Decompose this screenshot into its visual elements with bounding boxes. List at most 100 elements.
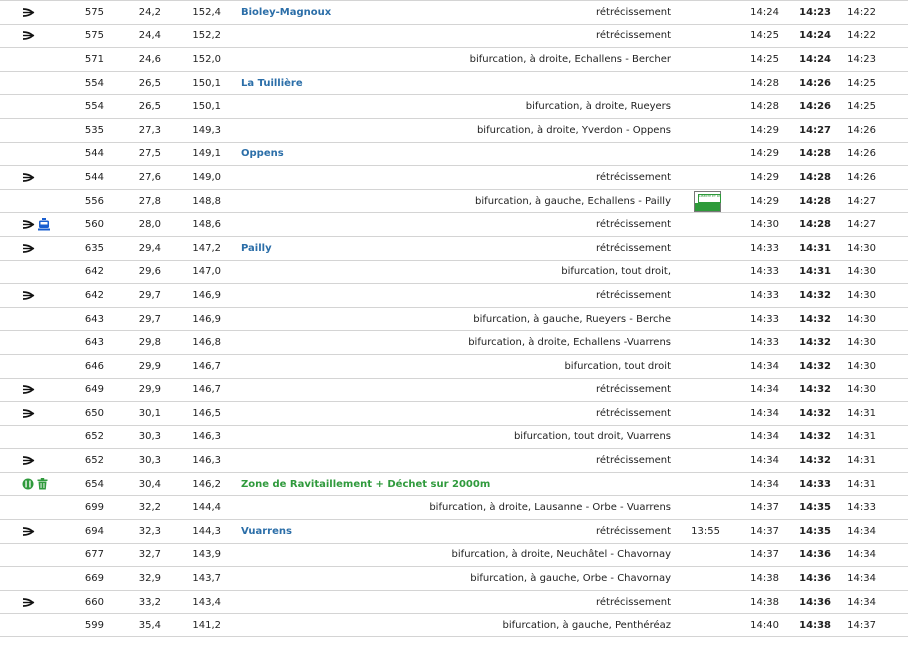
table-row: 554 26,5 150,1 La Tuillière 14:28 14:26 14:25 — [0, 70, 908, 95]
distance-km: 27,3 — [138, 124, 161, 136]
remaining-km: 152,4 — [192, 6, 221, 18]
altitude: 575 — [84, 6, 104, 18]
place-name: Bioley-Magnoux — [241, 6, 332, 18]
altitude: 652 — [84, 431, 104, 443]
row-icons — [22, 1, 72, 24]
time-fast: 14:30 — [847, 289, 876, 301]
route-instruction: bifurcation, à droite, Echallens -Vuarre… — [468, 337, 671, 349]
place-name — [241, 25, 501, 48]
time-earliest — [686, 190, 720, 213]
distance-km: 32,7 — [138, 549, 161, 561]
time-fast: 14:34 — [847, 573, 876, 585]
route-instruction: bifurcation, à gauche, Rueyers - Berche — [473, 313, 671, 325]
time-slow: 14:34 — [750, 384, 779, 396]
time-earliest — [686, 426, 720, 449]
route-instruction: rétrécissement — [595, 6, 671, 18]
place-name — [241, 48, 501, 71]
altitude: 642 — [84, 289, 104, 301]
time-mean: 14:35 — [799, 502, 831, 514]
altitude: 635 — [84, 242, 104, 254]
place-name — [241, 95, 501, 118]
time-mean: 14:32 — [799, 407, 831, 419]
distance-km: 32,9 — [138, 573, 161, 585]
time-slow: 14:28 — [750, 101, 779, 113]
time-slow: 14:38 — [750, 573, 779, 585]
time-slow: 14:30 — [750, 219, 779, 231]
altitude: 544 — [84, 148, 104, 160]
time-earliest — [686, 355, 720, 378]
table-row: 669 32,9 143,7 bifurcation, à gauche, Orbe … — [0, 566, 908, 590]
time-earliest — [686, 166, 720, 189]
time-earliest — [686, 449, 720, 472]
altitude: 699 — [84, 502, 104, 514]
place-name: Zone de Ravitaillement + Déchet sur 2000… — [241, 478, 491, 490]
place-name — [241, 449, 501, 472]
route-instruction: bifurcation, à gauche, Penthéréaz — [502, 619, 671, 631]
distance-km: 26,5 — [138, 101, 161, 113]
place-name: Vuarrens — [241, 525, 292, 537]
remaining-km: 149,3 — [192, 124, 221, 136]
row-icons — [22, 449, 72, 472]
time-slow: 14:28 — [750, 77, 779, 89]
place-name: La Tuillière — [241, 77, 303, 89]
row-icons — [22, 95, 72, 118]
table-row: 643 29,7 146,9 bifurcation, à gauche, Rueye… — [0, 306, 908, 331]
time-mean: 14:32 — [799, 289, 831, 301]
place-name — [241, 591, 501, 614]
altitude: 694 — [84, 525, 104, 537]
distance-km: 33,2 — [138, 596, 161, 608]
time-fast: 14:26 — [847, 171, 876, 183]
time-mean: 14:26 — [799, 101, 831, 113]
narrowing-icon — [22, 408, 35, 419]
time-fast: 14:30 — [847, 313, 876, 325]
place-name: Oppens — [241, 148, 284, 160]
route-instruction: bifurcation, à gauche, Orbe - Chavornay — [470, 573, 671, 585]
time-fast: 14:34 — [847, 596, 876, 608]
feed-zone-icon — [22, 478, 34, 490]
time-earliest — [686, 1, 720, 24]
distance-km: 29,7 — [138, 289, 161, 301]
distance-km: 30,1 — [138, 407, 161, 419]
table-row: 649 29,9 146,7 rétrécissement 14:34 14:32 14:3… — [0, 377, 908, 402]
time-slow: 14:25 — [750, 30, 779, 42]
time-slow: 14:29 — [750, 171, 779, 183]
row-icons — [22, 25, 72, 48]
time-mean: 14:38 — [799, 619, 831, 631]
remaining-km: 150,1 — [192, 77, 221, 89]
time-fast: 14:31 — [847, 455, 876, 467]
time-earliest — [686, 143, 720, 166]
row-icons — [22, 567, 72, 590]
altitude: 660 — [84, 596, 104, 608]
route-instruction: rétrécissement — [595, 596, 671, 608]
remaining-km: 141,2 — [192, 619, 221, 631]
narrowing-icon — [22, 219, 35, 230]
place-name — [241, 331, 501, 354]
time-slow: 14:33 — [750, 313, 779, 325]
distance-km: 24,2 — [138, 6, 161, 18]
place-name — [241, 284, 501, 307]
trash-icon — [37, 478, 48, 490]
table-row: 699 32,2 144,4 bifurcation, à droite, Lausa… — [0, 495, 908, 519]
altitude: 646 — [84, 360, 104, 372]
time-fast: 14:30 — [847, 242, 876, 254]
table-row: 643 29,8 146,8 bifurcation, à droite, Echal… — [0, 330, 908, 354]
row-icons — [22, 308, 72, 331]
table-row: 556 27,8 148,8 bifurcation, à gauche, Echal… — [0, 188, 908, 213]
place-name: Pailly — [241, 242, 272, 254]
place-name — [241, 308, 501, 331]
altitude: 649 — [84, 384, 104, 396]
time-slow: 14:33 — [750, 289, 779, 301]
row-icons — [22, 119, 72, 142]
distance-km: 27,5 — [138, 148, 161, 160]
remaining-km: 148,8 — [192, 195, 221, 207]
altitude: 654 — [84, 478, 104, 490]
altitude: 599 — [84, 619, 104, 631]
time-slow: 14:24 — [750, 6, 779, 18]
altitude: 535 — [84, 124, 104, 136]
place-name — [241, 426, 501, 449]
time-earliest — [686, 237, 720, 260]
time-earliest — [686, 308, 720, 331]
time-earliest — [686, 567, 720, 590]
table-row: 560 28,0 148,6 rétrécissement 14:30 14:28 14:2… — [0, 212, 908, 236]
altitude: 677 — [84, 549, 104, 561]
